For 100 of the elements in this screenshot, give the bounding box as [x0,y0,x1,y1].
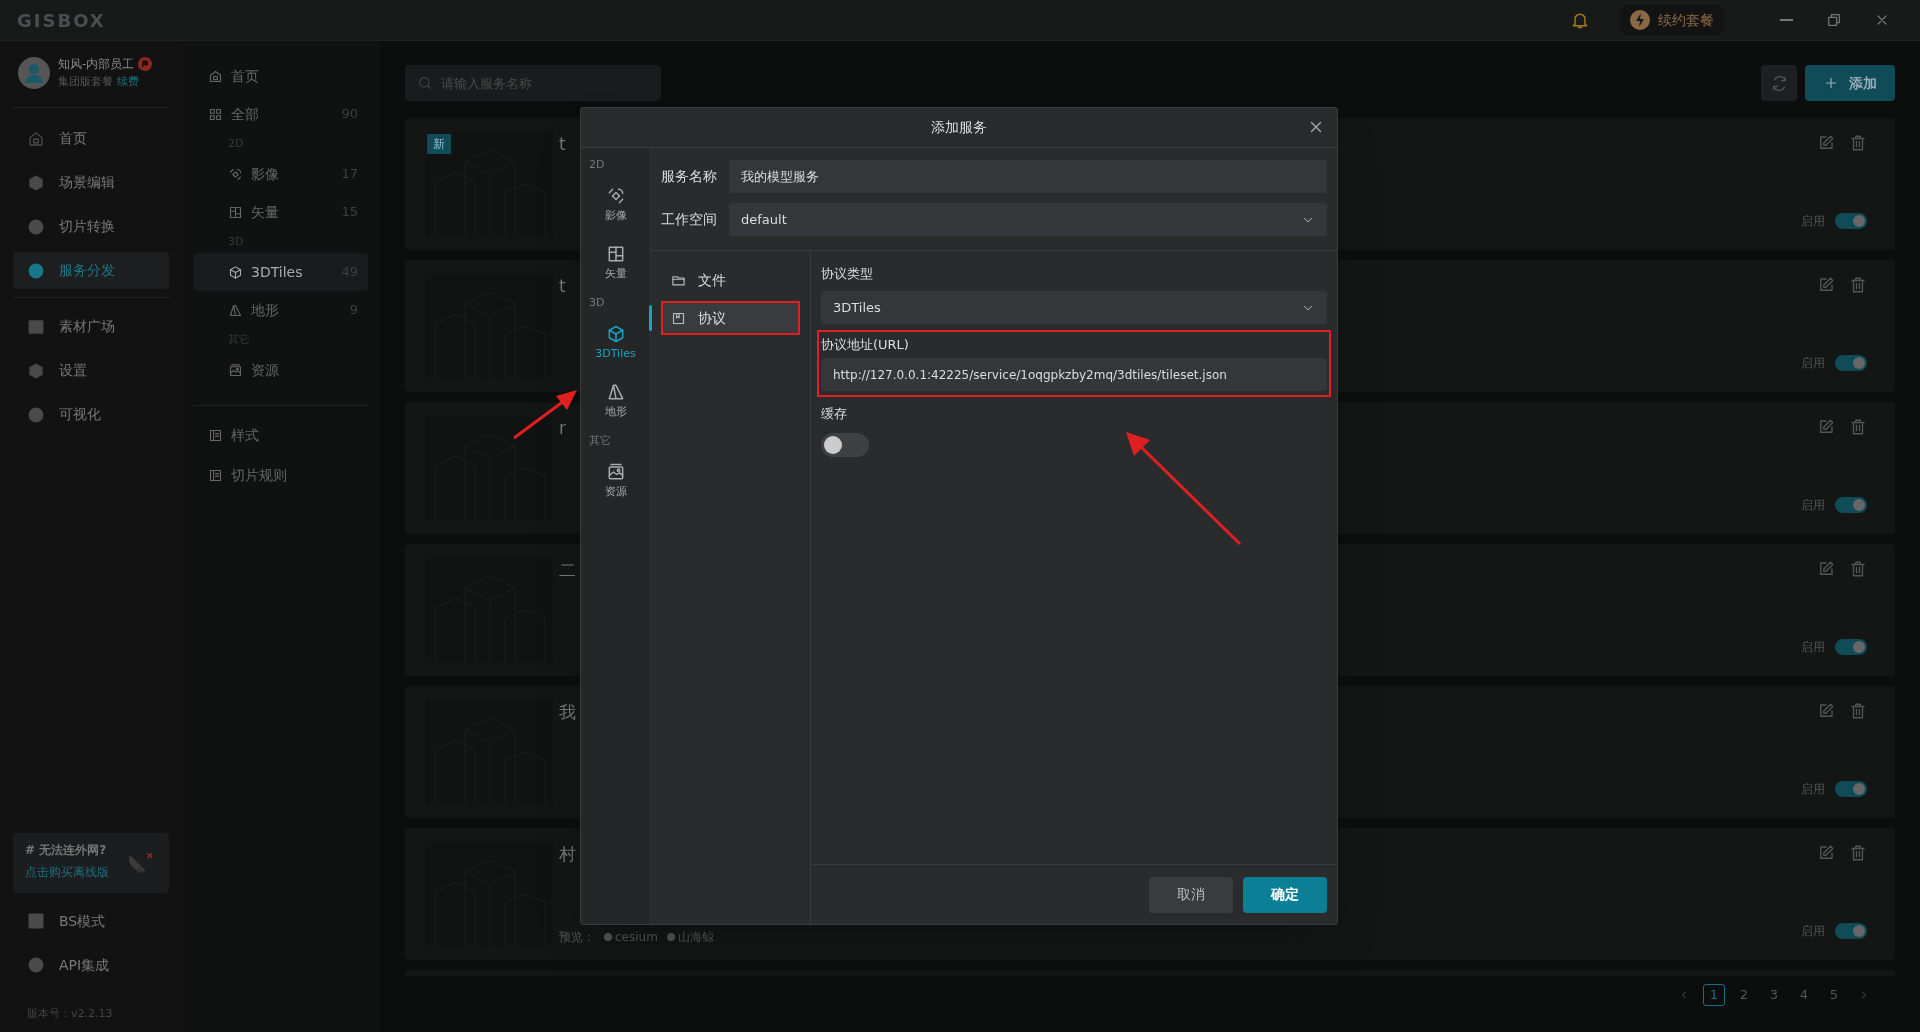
field-label: 协议地址(URL) [821,336,909,354]
delete-button[interactable] [1849,134,1867,152]
service-type-tab[interactable]: 地形 [581,372,650,430]
category-item[interactable]: 样式 [194,416,368,454]
field-label: 缓存 [821,405,847,423]
renew-link[interactable]: 续费 [117,73,139,91]
page-button[interactable]: 1 [1703,984,1725,1006]
terrain-icon [228,302,243,318]
service-name-field[interactable]: 我的模型服务 [729,160,1327,193]
nav-item[interactable]: 素材广场 [13,308,169,345]
enable-toggle[interactable] [1835,781,1867,797]
category-item[interactable]: 切片规则 [194,456,368,494]
group-label: 3D [588,295,606,311]
edit-icon [1817,560,1835,578]
confirm-button[interactable]: 确定 [1243,876,1327,913]
service-title: 村 [559,843,576,866]
delete-button[interactable] [1849,418,1867,436]
enable-toggle[interactable] [1835,355,1867,371]
minimize-icon [1779,19,1793,21]
edit-button[interactable] [1817,844,1835,862]
add-button[interactable]: 添加 [1805,65,1895,101]
map-grid-icon [228,204,243,220]
source-tab[interactable]: 文件 [661,263,800,297]
active-indicator [649,305,652,331]
nav-item[interactable]: BS模式 [13,902,169,940]
enable-toggle[interactable] [1835,497,1867,513]
nav-item[interactable]: 场景编辑 [13,164,169,201]
list-icon [208,427,223,443]
dialog-title: 添加服务 [931,118,987,137]
edit-icon [1817,844,1835,862]
user-name: 知风-内部员工 [58,56,135,73]
nav-item[interactable]: API集成 [13,946,169,984]
restore-icon [1826,12,1842,28]
field-label: 服务名称 [661,167,718,186]
edit-icon [1817,702,1835,720]
buy-offline-link[interactable]: 点击购买离线版 [25,862,109,881]
group-label: 其它 [588,433,612,449]
grid-icon [208,106,223,122]
service-title: 二 [559,559,576,582]
url-field[interactable]: http://127.0.0.1:42225/service/1oqgpkzby2mq/3dtiles/tileset.json [821,358,1327,391]
edit-icon [1817,134,1835,152]
page-button[interactable]: 3 [1763,984,1785,1006]
group-label: 2D [588,157,606,173]
delete-button[interactable] [1849,560,1867,578]
service-title: r [559,417,566,440]
edit-button[interactable] [1817,560,1835,578]
delete-button[interactable] [1849,844,1867,862]
protocol-type-dropdown[interactable]: 3DTiles [821,291,1327,324]
service-title: 我 [559,701,576,724]
service-type-tab[interactable]: 矢量 [581,234,650,292]
service-type-tab[interactable]: 3DTiles [581,314,650,372]
edit-icon [1817,276,1835,294]
enable-toggle[interactable] [1835,213,1867,229]
refresh-button[interactable] [1761,65,1797,101]
trash-icon [1849,702,1867,720]
annotation-arrow [512,388,578,440]
edit-button[interactable] [1817,276,1835,294]
trash-icon [1849,134,1867,152]
enable-toggle[interactable] [1835,923,1867,939]
delete-button[interactable] [1849,276,1867,294]
cache-toggle[interactable] [821,433,869,457]
flag-badge-icon [138,57,153,71]
trash-icon [1849,844,1867,862]
avatar-icon [18,57,50,89]
nav-item[interactable]: 设置 [13,352,169,389]
trash-icon [1849,418,1867,436]
category-item[interactable]: 首页 [194,57,368,95]
nav-item[interactable]: 可视化 [13,396,169,433]
nav-item[interactable]: 服务分发 [13,252,169,289]
lightning-icon [1630,10,1650,30]
cancel-button[interactable]: 取消 [1149,876,1233,913]
edit-icon [1817,418,1835,436]
nav-item[interactable]: 切片转换 [13,208,169,245]
new-badge: 新 [427,134,451,154]
edit-button[interactable] [1817,702,1835,720]
plan-label: 集团版套餐 [58,74,113,90]
enable-toggle[interactable] [1835,639,1867,655]
field-label: 工作空间 [661,210,718,229]
nav-item[interactable]: 首页 [13,120,169,157]
edit-button[interactable] [1817,134,1835,152]
renew-plan-button[interactable]: 续约套餐 [1620,5,1724,35]
bookmark-icon [671,310,686,326]
service-type-tab[interactable]: 资源 [581,452,650,510]
category-item[interactable]: 资源 [194,351,368,389]
plus-icon [1823,75,1839,91]
promo-title: # 无法连外网? [25,841,108,859]
service-type-tab[interactable]: 影像 [581,176,650,234]
edit-button[interactable] [1817,418,1835,436]
delete-button[interactable] [1849,702,1867,720]
image-icon [228,362,243,378]
field-label: 协议类型 [821,265,873,283]
search-icon [417,75,433,91]
service-title: t [559,275,566,298]
trash-icon [1849,560,1867,578]
page-button[interactable]: 5 [1823,984,1845,1006]
page-button[interactable]: 2 [1733,984,1755,1006]
list-icon [208,467,223,483]
page-button[interactable]: 4 [1793,984,1815,1006]
cube-icon [228,264,243,280]
workspace-dropdown[interactable]: default [729,203,1327,236]
